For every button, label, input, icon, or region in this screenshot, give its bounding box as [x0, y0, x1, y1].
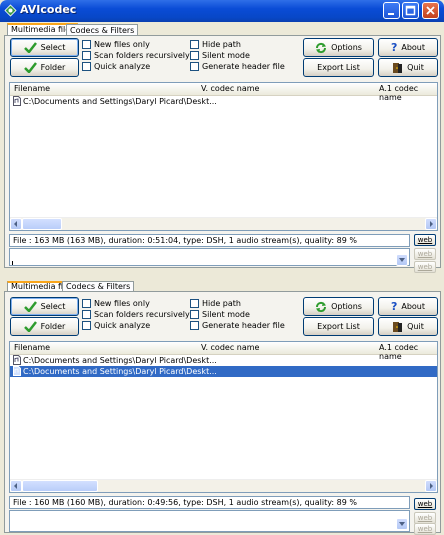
checkmark-icon [23, 42, 37, 53]
question-icon: ? [390, 41, 398, 54]
web-button-disabled: web [414, 248, 436, 260]
export-list-button[interactable]: Export List [303, 58, 374, 77]
multimedia-panel: Select Folder New files only Scan folder… [4, 291, 441, 535]
list-item[interactable]: C:\Documents and Settings\Daryl Picard\D… [13, 96, 437, 107]
file-list[interactable]: Filename V. codec name A.1 codec name C:… [9, 341, 438, 493]
hide-path-checkbox[interactable]: Hide path [190, 40, 241, 50]
new-files-only-checkbox[interactable]: New files only [82, 40, 150, 50]
scroll-right-button[interactable] [425, 480, 437, 492]
scroll-down-button[interactable] [396, 254, 408, 266]
column-filename[interactable]: Filename [14, 343, 50, 352]
maximize-icon [405, 5, 416, 16]
file-info-line: File : 160 MB (160 MB), duration: 0:49:5… [9, 496, 410, 509]
list-item-selected[interactable]: C:\Documents and Settings\Daryl Picard\D… [10, 366, 437, 377]
generate-header-checkbox[interactable]: Generate header file [190, 62, 285, 72]
folder-button[interactable]: Folder [10, 317, 79, 336]
scroll-left-button[interactable] [10, 480, 22, 492]
options-button[interactable]: Options [303, 297, 374, 316]
options-button[interactable]: Options [303, 38, 374, 57]
about-button[interactable]: ? About [378, 297, 438, 316]
new-files-only-checkbox[interactable]: New files only [82, 299, 150, 309]
minimize-button[interactable] [383, 2, 400, 19]
exit-door-icon [393, 62, 403, 73]
generate-header-checkbox[interactable]: Generate header file [190, 321, 285, 331]
folder-button[interactable]: Folder [10, 58, 79, 77]
checkmark-icon [23, 301, 37, 312]
tab-codecs-filters[interactable]: Codecs & Filters [62, 281, 135, 291]
column-v-codec[interactable]: V. codec name [201, 84, 259, 93]
avicodec-app-icon [4, 4, 17, 17]
file-info-line: File : 163 MB (163 MB), duration: 0:51:0… [9, 234, 410, 247]
horizontal-scrollbar[interactable] [10, 217, 437, 230]
media-file-icon [13, 96, 21, 106]
column-v-codec[interactable]: V. codec name [201, 343, 259, 352]
web-button-disabled: web [414, 261, 436, 273]
scroll-thumb[interactable] [22, 480, 98, 492]
media-file-icon [13, 366, 21, 376]
column-filename[interactable]: Filename [14, 84, 50, 93]
scroll-down-button[interactable] [396, 518, 408, 530]
silent-mode-checkbox[interactable]: Silent mode [190, 51, 250, 61]
app-view-2: Multimedia files Codecs & Filters Select… [0, 281, 444, 535]
list-item[interactable]: C:\Documents and Settings\Daryl Picard\D… [13, 355, 437, 366]
web-button[interactable]: web [414, 498, 436, 510]
horizontal-scrollbar[interactable] [10, 479, 437, 492]
scan-recursively-checkbox[interactable]: Scan folders recursively [82, 51, 190, 61]
multimedia-panel: Select Folder New files only Scan folder… [4, 35, 441, 273]
arrow-left-icon [14, 221, 17, 227]
quick-analyze-checkbox[interactable]: Quick analyze [82, 62, 150, 72]
minimize-icon [388, 13, 394, 15]
maximize-button[interactable] [402, 2, 419, 19]
refresh-icon [316, 42, 327, 53]
details-box[interactable] [9, 510, 410, 532]
app-view-1: Multimedia files Codecs & Filters Select… [0, 22, 444, 273]
select-button[interactable]: Select [10, 297, 79, 316]
checkmark-icon [23, 321, 37, 332]
window-title: AVIcodec [20, 3, 77, 16]
scroll-thumb[interactable] [22, 218, 62, 230]
title-bar[interactable]: AVIcodec [0, 0, 444, 22]
arrow-down-icon [399, 522, 405, 526]
arrow-down-icon [399, 258, 405, 262]
file-list[interactable]: Filename V. codec name A.1 codec name C:… [9, 82, 438, 231]
web-button-disabled: web [414, 523, 436, 535]
arrow-left-icon [14, 483, 17, 489]
web-button[interactable]: web [414, 234, 436, 246]
quick-analyze-checkbox[interactable]: Quick analyze [82, 321, 150, 331]
hide-path-checkbox[interactable]: Hide path [190, 299, 241, 309]
question-icon: ? [390, 300, 398, 313]
arrow-right-icon [430, 483, 433, 489]
quit-button[interactable]: Quit [378, 58, 438, 77]
checkmark-icon [23, 62, 37, 73]
text-caret [12, 261, 13, 265]
exit-door-icon [393, 321, 403, 332]
scroll-left-button[interactable] [10, 218, 22, 230]
tab-codecs-filters[interactable]: Codecs & Filters [66, 24, 139, 35]
select-button[interactable]: Select [10, 38, 79, 57]
quit-button[interactable]: Quit [378, 317, 438, 336]
refresh-icon [316, 301, 327, 312]
close-icon [426, 6, 435, 15]
export-list-button[interactable]: Export List [303, 317, 374, 336]
details-box[interactable] [9, 248, 410, 266]
scroll-right-button[interactable] [425, 218, 437, 230]
silent-mode-checkbox[interactable]: Silent mode [190, 310, 250, 320]
arrow-right-icon [430, 221, 433, 227]
list-header: Filename V. codec name A.1 codec name [10, 83, 437, 102]
close-button[interactable] [422, 2, 439, 19]
scan-recursively-checkbox[interactable]: Scan folders recursively [82, 310, 190, 320]
about-button[interactable]: ? About [378, 38, 438, 57]
list-header: Filename V. codec name A.1 codec name [10, 342, 437, 361]
media-file-icon [13, 355, 21, 365]
